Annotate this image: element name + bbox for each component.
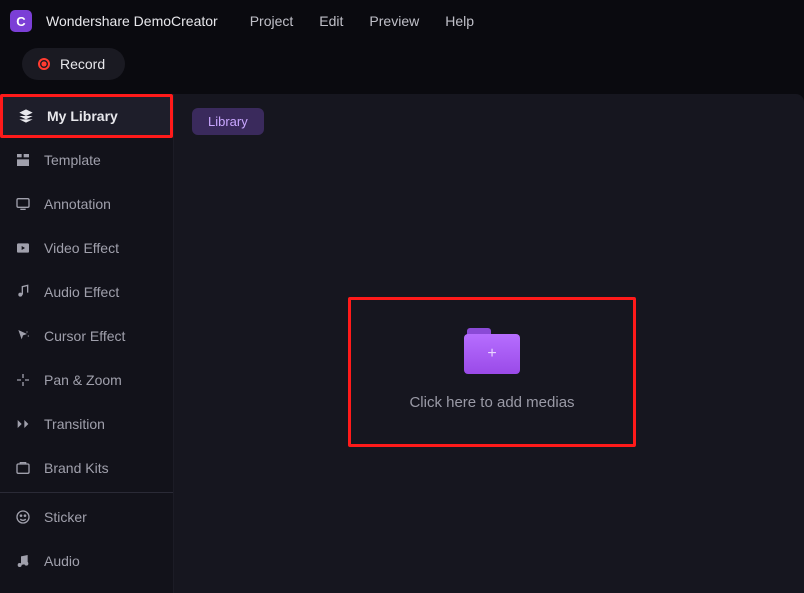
sidebar-item-label: Video Effect bbox=[44, 240, 119, 256]
sidebar-item-label: Pan & Zoom bbox=[44, 372, 122, 388]
sidebar-item-label: Brand Kits bbox=[44, 460, 109, 476]
sidebar-item-label: Sticker bbox=[44, 509, 87, 525]
tab-row: Library bbox=[174, 94, 804, 149]
annotation-icon bbox=[14, 195, 32, 213]
workspace: My Library Template Annotation Video Eff… bbox=[0, 94, 804, 593]
sidebar-item-label: Cursor Effect bbox=[44, 328, 125, 344]
menu-project[interactable]: Project bbox=[250, 13, 294, 29]
sidebar-item-annotation[interactable]: Annotation bbox=[0, 182, 173, 226]
audio-icon bbox=[14, 552, 32, 570]
sidebar-item-label: Audio bbox=[44, 553, 80, 569]
title-bar: C Wondershare DemoCreator Project Edit P… bbox=[0, 0, 804, 42]
sidebar-item-audio-effect[interactable]: Audio Effect bbox=[0, 270, 173, 314]
sticker-icon bbox=[14, 508, 32, 526]
menu-bar: Project Edit Preview Help bbox=[250, 13, 474, 29]
sidebar-item-label: My Library bbox=[47, 108, 118, 124]
sidebar-item-brand-kits[interactable]: Brand Kits bbox=[0, 446, 173, 490]
drop-text: Click here to add medias bbox=[409, 394, 574, 411]
record-label: Record bbox=[60, 56, 105, 72]
layers-icon bbox=[17, 107, 35, 125]
record-button[interactable]: Record bbox=[22, 48, 125, 80]
tab-library[interactable]: Library bbox=[192, 108, 264, 135]
menu-edit[interactable]: Edit bbox=[319, 13, 343, 29]
menu-help[interactable]: Help bbox=[445, 13, 474, 29]
pan-zoom-icon bbox=[14, 371, 32, 389]
main-panel: Library + Click here to add medias bbox=[174, 94, 804, 593]
audio-effect-icon bbox=[14, 283, 32, 301]
sidebar: My Library Template Annotation Video Eff… bbox=[0, 94, 174, 593]
sidebar-item-label: Transition bbox=[44, 416, 105, 432]
menu-preview[interactable]: Preview bbox=[369, 13, 419, 29]
toolbar: Record bbox=[0, 42, 804, 94]
folder-plus-icon: + bbox=[464, 334, 520, 374]
cursor-effect-icon bbox=[14, 327, 32, 345]
add-media-dropzone[interactable]: + Click here to add medias bbox=[348, 297, 636, 447]
app-logo: C bbox=[10, 10, 32, 32]
sidebar-item-template[interactable]: Template bbox=[0, 138, 173, 182]
sidebar-item-label: Audio Effect bbox=[44, 284, 119, 300]
sidebar-item-label: Template bbox=[44, 152, 101, 168]
sidebar-item-sticker[interactable]: Sticker bbox=[0, 495, 173, 539]
template-icon bbox=[14, 151, 32, 169]
sidebar-item-transition[interactable]: Transition bbox=[0, 402, 173, 446]
sidebar-item-video-effect[interactable]: Video Effect bbox=[0, 226, 173, 270]
sidebar-divider bbox=[0, 492, 173, 493]
sidebar-item-label: Annotation bbox=[44, 196, 111, 212]
app-title: Wondershare DemoCreator bbox=[46, 13, 218, 29]
logo-letter: C bbox=[16, 14, 25, 29]
transition-icon bbox=[14, 415, 32, 433]
sidebar-item-cursor-effect[interactable]: Cursor Effect bbox=[0, 314, 173, 358]
video-effect-icon bbox=[14, 239, 32, 257]
sidebar-item-pan-zoom[interactable]: Pan & Zoom bbox=[0, 358, 173, 402]
record-icon bbox=[38, 58, 50, 70]
sidebar-item-audio[interactable]: Audio bbox=[0, 539, 173, 583]
sidebar-item-my-library[interactable]: My Library bbox=[0, 94, 173, 138]
brand-kits-icon bbox=[14, 459, 32, 477]
